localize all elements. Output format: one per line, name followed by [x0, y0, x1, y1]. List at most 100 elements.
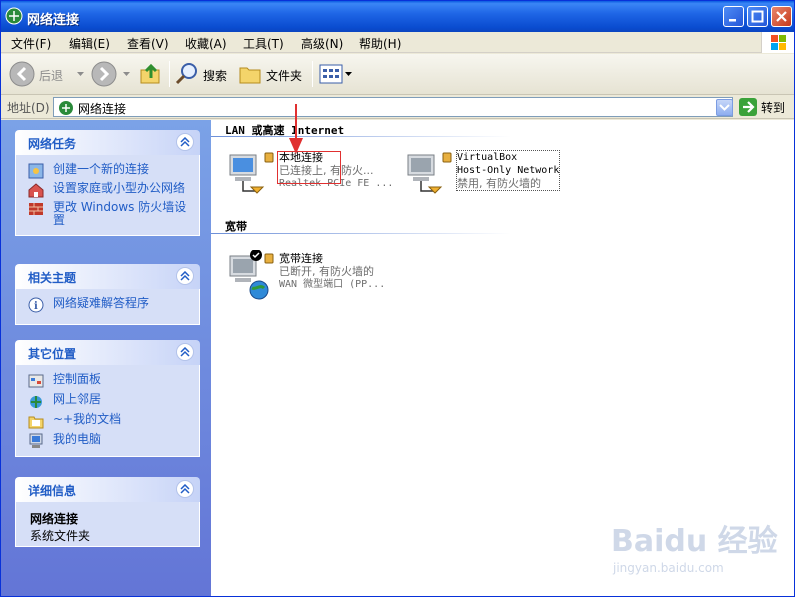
address-value: 网络连接 — [78, 102, 127, 116]
search-label: 搜索 — [203, 69, 228, 83]
windows-logo — [761, 32, 794, 53]
panel-other-places: 其它位置 控制面板 网上邻居 ~+我的文档 我的电脑 — [15, 340, 200, 457]
toolbar: 后退 搜索 文件夹 — [1, 54, 794, 95]
folders-button[interactable]: 文件夹 — [238, 60, 306, 88]
panel-title: 详细信息 — [28, 484, 77, 498]
detail-type: 系统文件夹 — [30, 529, 91, 543]
connection-device: 禁用, 有防火墙的 — [457, 177, 541, 190]
panel-body: 创建一个新的连接 设置家庭或小型办公网络 更改 Windows 防火墙设置 — [15, 155, 200, 236]
up-folder-icon — [140, 63, 160, 84]
forward-button[interactable] — [91, 60, 133, 88]
search-icon — [175, 63, 197, 85]
watermark-url: jingyan.baidu.com — [613, 561, 724, 575]
close-button[interactable] — [771, 6, 792, 27]
panel-details: 详细信息 网络连接 系统文件夹 — [15, 477, 200, 547]
place-label: 网上邻居 — [53, 392, 102, 406]
views-button[interactable] — [319, 60, 353, 88]
task-label: 网络疑难解答程序 — [53, 296, 150, 310]
chevron-down-icon — [719, 104, 730, 111]
task-troubleshooter[interactable]: i 网络疑难解答程序 — [28, 296, 193, 313]
place-label: 我的电脑 — [53, 432, 102, 446]
watermark-brand: Baidu 经验 — [611, 524, 778, 559]
panel-body: i 网络疑难解答程序 — [15, 289, 200, 325]
group-divider — [211, 233, 511, 234]
panel-header[interactable]: 详细信息 — [15, 477, 200, 502]
close-icon — [776, 11, 787, 22]
explorer-window: 网络连接 文件(F) 编辑(E) 查看(V) 收藏(A) 工具(T) 高级(N)… — [0, 0, 795, 597]
panel-body: 控制面板 网上邻居 ~+我的文档 我的电脑 — [15, 365, 200, 457]
task-firewall-settings[interactable]: 更改 Windows 防火墙设置 — [28, 201, 193, 227]
menu-favorites[interactable]: 收藏(A) — [185, 35, 227, 52]
panel-header[interactable]: 网络任务 — [15, 130, 200, 155]
windows-flag-icon — [771, 35, 786, 50]
menu-file[interactable]: 文件(F) — [11, 35, 51, 52]
group-divider — [211, 136, 511, 137]
go-arrow-icon — [739, 98, 757, 116]
panel-title: 其它位置 — [28, 347, 77, 361]
go-button[interactable]: 转到 — [739, 98, 791, 116]
home-network-icon — [28, 183, 44, 198]
menu-help[interactable]: 帮助(H) — [359, 35, 401, 52]
search-button[interactable]: 搜索 — [175, 60, 233, 88]
toolbar-separator — [169, 61, 170, 87]
connection-name: VirtualBox — [457, 152, 518, 163]
minimize-icon — [729, 19, 736, 22]
lan-connection-icon — [229, 152, 274, 194]
panel-related-topics: 相关主题 i 网络疑难解答程序 — [15, 264, 200, 325]
svg-text:i: i — [34, 301, 38, 312]
address-dropdown-button[interactable] — [716, 99, 733, 116]
task-label: 设置家庭或小型办公网络 — [53, 181, 186, 195]
collapse-button[interactable] — [176, 133, 194, 151]
address-bar: 地址(D) 网络连接 转到 — [1, 95, 794, 119]
panel-network-tasks: 网络任务 创建一个新的连接 设置家庭或小型办公网络 更改 Windows 防火墙… — [15, 130, 200, 236]
menu-edit[interactable]: 编辑(E) — [69, 35, 110, 52]
group-header-broadband: 宽带 — [225, 220, 247, 233]
annotation-arrow-icon — [289, 104, 303, 154]
collapse-button[interactable] — [176, 267, 194, 285]
up-folder-button[interactable] — [139, 60, 165, 88]
my-documents-icon — [28, 416, 44, 429]
menu-tools[interactable]: 工具(T) — [243, 35, 284, 52]
place-my-computer[interactable]: 我的电脑 — [28, 432, 193, 448]
panel-header[interactable]: 其它位置 — [15, 340, 200, 365]
toolbar-separator — [312, 61, 313, 87]
panel-title: 网络任务 — [28, 137, 77, 151]
task-pane: 网络任务 创建一个新的连接 设置家庭或小型办公网络 更改 Windows 防火墙… — [1, 120, 211, 596]
chevron-up-double-icon — [180, 271, 190, 281]
connection-text: 宽带连接 已断开, 有防火墙的 WAN 微型端口 (PP... — [279, 252, 385, 291]
place-label: ~+我的文档 — [53, 412, 122, 426]
window-title: 网络连接 — [27, 13, 80, 28]
menu-view[interactable]: 查看(V) — [127, 35, 169, 52]
connection-status: 已断开, 有防火墙的 — [279, 265, 374, 278]
info-icon: i — [28, 297, 44, 313]
collapse-button[interactable] — [176, 480, 194, 498]
back-arrow-icon — [9, 61, 35, 87]
minimize-button[interactable] — [723, 6, 744, 27]
panel-title: 相关主题 — [28, 271, 77, 285]
task-create-connection[interactable]: 创建一个新的连接 — [28, 163, 193, 179]
control-panel-icon — [28, 374, 44, 388]
back-label: 后退 — [39, 69, 64, 83]
connection-broadband[interactable]: 宽带连接 已断开, 有防火墙的 WAN 微型端口 (PP... — [227, 250, 407, 300]
connection-virtualbox[interactable]: VirtualBox Host-Only Network 禁用, 有防火墙的 — [405, 149, 565, 197]
place-network-neighborhood[interactable]: 网上邻居 — [28, 392, 193, 408]
back-button[interactable]: 后退 — [9, 60, 89, 88]
back-dropdown-icon — [77, 72, 84, 76]
chevron-up-double-icon — [180, 484, 190, 494]
menu-advanced[interactable]: 高级(N) — [301, 35, 343, 52]
place-my-documents[interactable]: ~+我的文档 — [28, 412, 193, 429]
my-computer-icon — [29, 433, 43, 448]
place-control-panel[interactable]: 控制面板 — [28, 373, 193, 388]
title-bar[interactable]: 网络连接 — [1, 1, 794, 32]
panel-header[interactable]: 相关主题 — [15, 264, 200, 289]
views-icon — [319, 64, 352, 84]
task-home-network[interactable]: 设置家庭或小型办公网络 — [28, 181, 193, 198]
address-input[interactable]: 网络连接 — [53, 97, 733, 117]
network-connections-icon — [59, 101, 73, 115]
network-connections-icon — [5, 7, 23, 25]
chevron-up-double-icon — [180, 347, 190, 357]
maximize-button[interactable] — [747, 6, 768, 27]
collapse-button[interactable] — [176, 343, 194, 361]
folders-label: 文件夹 — [266, 69, 303, 83]
new-connection-icon — [28, 163, 44, 179]
